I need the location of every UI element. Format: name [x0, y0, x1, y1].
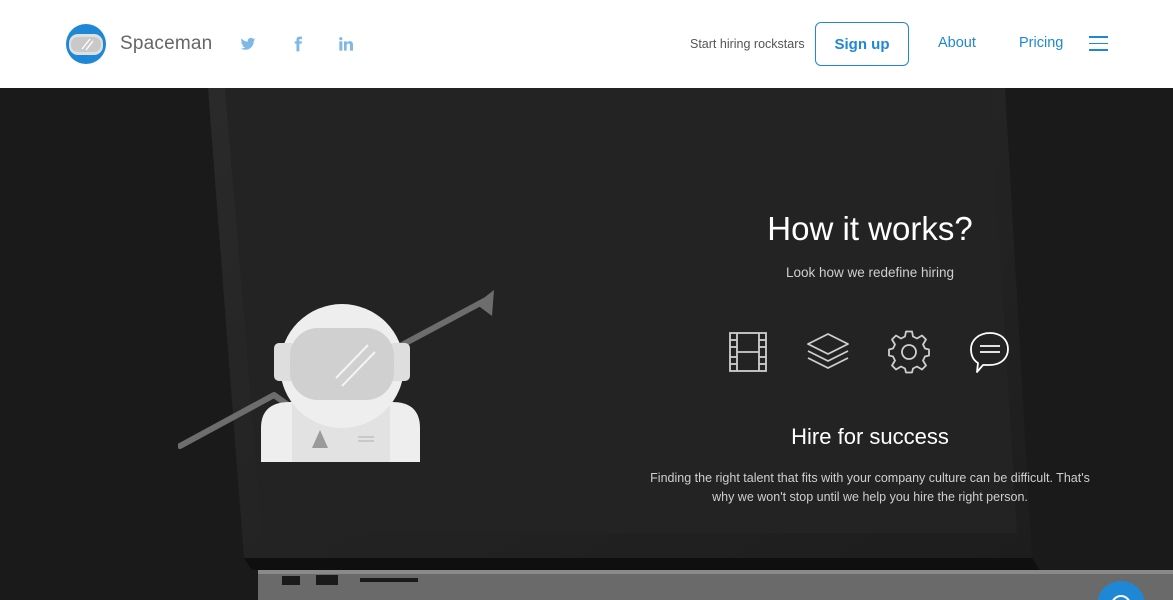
chat-bubble-icon[interactable]: [968, 330, 1012, 374]
hero-title: How it works?: [767, 210, 973, 247]
section-description: Finding the right talent that fits with …: [650, 471, 1090, 504]
logo-icon[interactable]: [64, 23, 108, 65]
brand-name[interactable]: Spaceman: [120, 33, 212, 55]
layers-icon[interactable]: [806, 330, 850, 374]
hiring-tagline[interactable]: Start hiring rockstars: [690, 37, 805, 51]
gear-icon[interactable]: [887, 330, 931, 374]
twitter-icon[interactable]: [238, 34, 258, 54]
menu-icon[interactable]: [1089, 36, 1108, 51]
astronaut-growth-illustration: [178, 290, 494, 462]
film-icon[interactable]: [726, 330, 770, 374]
signup-button[interactable]: Sign up: [815, 22, 909, 66]
nav-about[interactable]: About: [938, 35, 976, 51]
hero-section: How it works? Look how we redefine hirin…: [0, 88, 1173, 600]
section-heading: Hire for success: [791, 424, 949, 449]
linkedin-icon[interactable]: [336, 34, 356, 54]
chat-icon: [1112, 595, 1130, 600]
site-header: Spaceman Start hiring rockstars Sign up …: [0, 0, 1173, 88]
hero-subtitle: Look how we redefine hiring: [785, 265, 955, 280]
facebook-icon[interactable]: [288, 34, 308, 54]
nav-pricing[interactable]: Pricing: [1019, 35, 1063, 51]
